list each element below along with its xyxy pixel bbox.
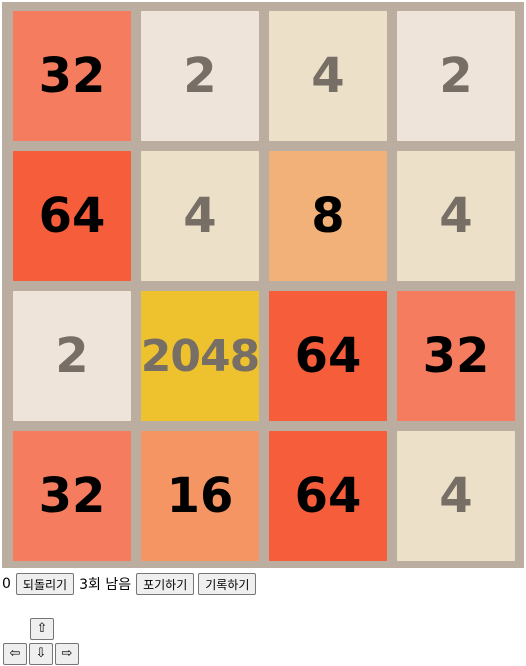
tile: 64 [269,291,387,421]
tile: 32 [13,431,131,561]
tile: 32 [397,291,515,421]
arrow-left-button[interactable]: ⇦ [3,643,27,665]
tile: 4 [397,431,515,561]
score-value: 0 [2,576,11,592]
arrow-down-button[interactable]: ⇩ [29,643,53,665]
tile: 4 [397,151,515,281]
record-button[interactable]: 기록하기 [198,573,257,595]
tile: 64 [13,151,131,281]
tile: 2 [141,11,259,141]
undo-remaining-text: 3회 남음 [79,577,132,593]
tile: 16 [141,431,259,561]
tile: 2 [13,291,131,421]
tile: 2 [397,11,515,141]
tile: 4 [269,11,387,141]
tile: 4 [141,151,259,281]
game-board: 32 2 4 2 64 4 8 4 2 2048 64 32 32 16 64 … [2,2,524,568]
arrow-up-button[interactable]: ⇧ [30,618,54,640]
arrow-right-button[interactable]: ⇨ [55,643,79,665]
tile: 32 [13,11,131,141]
control-bar: 0 되돌리기 3회 남음 포기하기 기록하기 [0,572,257,596]
tile: 64 [269,431,387,561]
give-up-button[interactable]: 포기하기 [136,573,195,595]
tile: 2048 [141,291,260,421]
tile: 8 [269,151,387,281]
undo-button[interactable]: 되돌리기 [15,573,75,595]
